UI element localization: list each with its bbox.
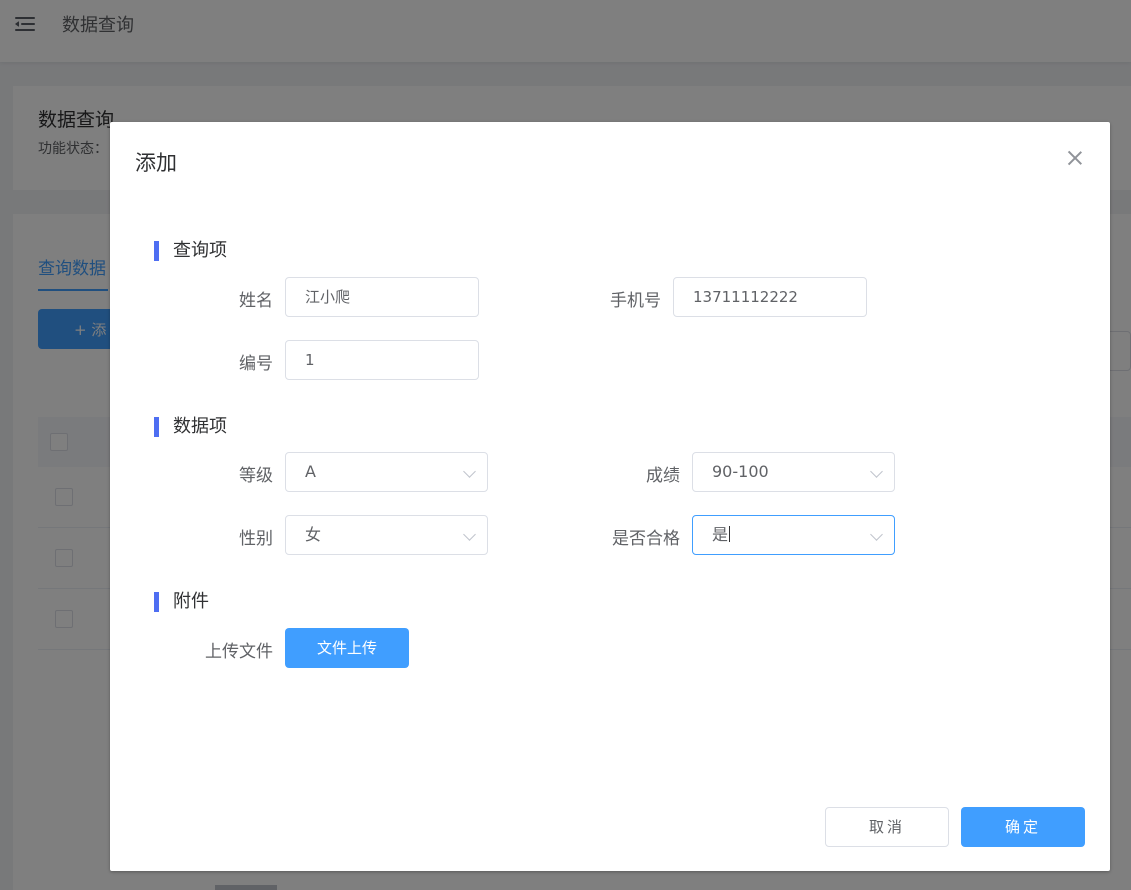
section-query: 查询项 xyxy=(154,241,227,261)
section-bar xyxy=(154,592,159,612)
section-bar xyxy=(154,241,159,261)
phone-input[interactable]: 13711112222 xyxy=(673,277,867,317)
qualified-select[interactable]: 是 xyxy=(692,515,895,555)
number-label: 编号 xyxy=(239,354,273,374)
section-data-label: 数据项 xyxy=(173,416,227,437)
section-bar xyxy=(154,417,159,437)
grade-select-value: A xyxy=(305,462,316,481)
section-data: 数据项 xyxy=(154,417,227,437)
add-dialog: 添加 查询项 姓名 江小爬 手机号 13711112222 编号 1 数据项 等… xyxy=(110,122,1110,871)
section-attachment-label: 附件 xyxy=(173,591,209,612)
score-label: 成绩 xyxy=(646,466,680,486)
gender-select-value: 女 xyxy=(305,525,322,544)
upload-label: 上传文件 xyxy=(205,642,273,662)
upload-file-button[interactable]: 文件上传 xyxy=(285,628,409,668)
chevron-down-icon xyxy=(870,528,883,541)
score-select-value: 90-100 xyxy=(712,462,769,481)
gender-label: 性别 xyxy=(239,529,273,549)
grade-select[interactable]: A xyxy=(285,452,488,492)
chevron-down-icon xyxy=(463,465,476,478)
confirm-button[interactable]: 确定 xyxy=(961,807,1085,847)
chevron-down-icon xyxy=(870,465,883,478)
close-icon[interactable] xyxy=(1067,150,1083,166)
gender-select[interactable]: 女 xyxy=(285,515,488,555)
cancel-button[interactable]: 取消 xyxy=(825,807,949,847)
section-query-label: 查询项 xyxy=(173,240,227,261)
text-cursor xyxy=(729,526,731,542)
score-select[interactable]: 90-100 xyxy=(692,452,895,492)
name-input[interactable]: 江小爬 xyxy=(285,277,479,317)
dialog-title: 添加 xyxy=(135,151,177,175)
qualified-select-value: 是 xyxy=(712,525,729,544)
number-input[interactable]: 1 xyxy=(285,340,479,380)
name-label: 姓名 xyxy=(239,291,273,311)
chevron-down-icon xyxy=(463,528,476,541)
qualified-label: 是否合格 xyxy=(612,529,680,549)
section-attachment: 附件 xyxy=(154,592,209,612)
phone-label: 手机号 xyxy=(610,291,661,311)
grade-label: 等级 xyxy=(239,466,273,486)
